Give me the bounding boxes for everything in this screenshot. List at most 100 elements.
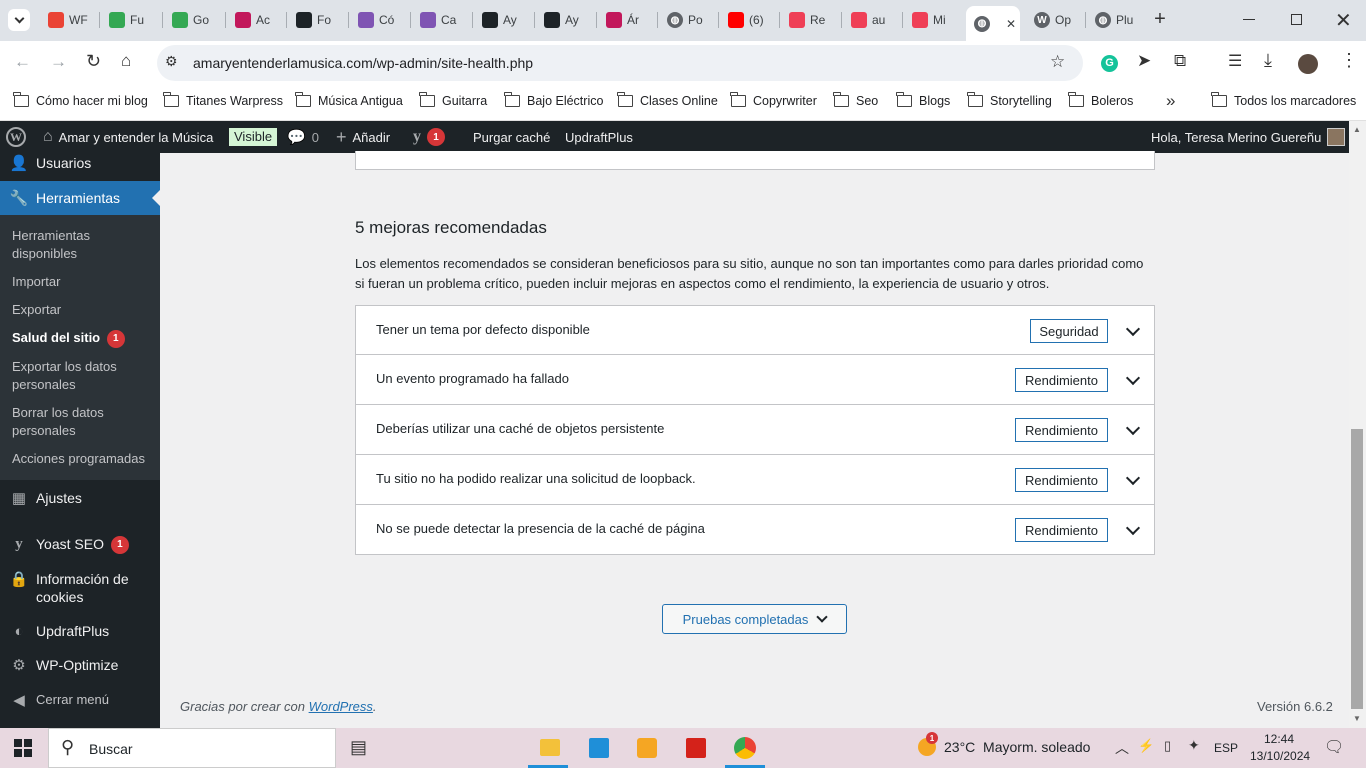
close-tab-icon[interactable]: ✕ xyxy=(1006,17,1016,31)
tab-search-button[interactable] xyxy=(8,9,30,31)
comments-link[interactable]: 💬 0 xyxy=(287,121,319,153)
url-text[interactable]: amaryentenderlamusica.com/wp-admin/site-… xyxy=(193,55,533,71)
recommendation-row[interactable]: No se puede detectar la presencia de la … xyxy=(355,505,1155,555)
bookmark-folder[interactable]: Blogs xyxy=(896,92,950,108)
home-icon[interactable]: ⌂ xyxy=(121,51,131,71)
browser-tab[interactable]: ◍ Po xyxy=(659,6,717,34)
menu-cookies[interactable]: 🔒 Información de cookies xyxy=(0,569,160,609)
site-name-link[interactable]: ⌂ Amar y entender la Música xyxy=(43,121,213,153)
bookmark-folder[interactable]: Titanes Warpress xyxy=(163,92,283,108)
new-tab-button[interactable]: + xyxy=(1150,9,1170,30)
browser-tab[interactable]: Mi xyxy=(904,6,962,34)
chevron-down-icon[interactable] xyxy=(1125,420,1141,436)
recommendation-row[interactable]: Tener un tema por defecto disponible Segu… xyxy=(355,305,1155,355)
all-bookmarks-folder[interactable]: Todos los marcadores xyxy=(1211,92,1356,108)
submenu-export[interactable]: Exportar xyxy=(12,301,152,319)
add-new-link[interactable]: + Añadir xyxy=(336,121,390,153)
wordpress-link[interactable]: WordPress xyxy=(309,699,373,714)
browser-tab[interactable]: Ca xyxy=(412,6,470,34)
bookmark-folder[interactable]: Clases Online xyxy=(617,92,718,108)
browser-tab[interactable]: au xyxy=(843,6,901,34)
updraftplus-adminbar-link[interactable]: UpdraftPlus xyxy=(565,121,633,153)
battery-icon[interactable]: ▯ xyxy=(1164,738,1171,754)
visibility-badge[interactable]: Visible xyxy=(229,121,278,153)
file-explorer-icon[interactable] xyxy=(540,739,560,756)
browser-tab[interactable]: W Op xyxy=(1026,6,1084,34)
submenu-available-tools[interactable]: Herramientas disponibles xyxy=(12,227,152,263)
site-info-icon[interactable]: ⚙ xyxy=(165,53,178,70)
scroll-up-icon[interactable]: ▲ xyxy=(1353,125,1361,134)
chevron-down-icon[interactable] xyxy=(1125,470,1141,486)
yoast-adminbar-link[interactable]: y 1 xyxy=(413,121,445,153)
page-scrollbar[interactable]: ▲ ▼ xyxy=(1349,121,1366,728)
network-icon[interactable]: ⚡ xyxy=(1138,738,1154,754)
browser-tab[interactable]: ◍ Plu xyxy=(1087,6,1145,34)
browser-tab[interactable]: Re xyxy=(781,6,839,34)
start-button[interactable] xyxy=(14,739,32,757)
chevron-down-icon[interactable] xyxy=(1125,370,1141,386)
browser-tab[interactable]: WF xyxy=(40,6,98,34)
browser-tab[interactable]: Ár xyxy=(598,6,656,34)
browser-menu-icon[interactable]: ⋮ xyxy=(1340,50,1358,71)
submenu-export-personal-data[interactable]: Exportar los datos personales xyxy=(12,358,132,394)
submenu-scheduled-actions[interactable]: Acciones programadas xyxy=(12,450,152,468)
menu-users[interactable]: 👤 Usuarios xyxy=(0,153,160,173)
browser-tab[interactable]: Có xyxy=(350,6,408,34)
media-player-icon[interactable] xyxy=(637,738,657,758)
bookmark-folder[interactable]: Música Antigua xyxy=(295,92,403,108)
bookmark-folder[interactable]: Storytelling xyxy=(967,92,1052,108)
bookmark-folder[interactable]: Bajo Eléctrico xyxy=(504,92,603,108)
acrobat-icon[interactable] xyxy=(686,738,706,758)
recommendation-row[interactable]: Tu sitio no ha podido realizar una solic… xyxy=(355,455,1155,505)
media-control-icon[interactable]: ☰ xyxy=(1228,51,1242,71)
chevron-down-icon[interactable] xyxy=(1125,321,1141,337)
browser-tab[interactable]: (6) xyxy=(720,6,778,34)
restore-button[interactable] xyxy=(1291,14,1302,25)
passed-tests-button[interactable]: Pruebas completadas xyxy=(662,604,847,634)
clock-date[interactable]: 13/10/2024 xyxy=(1250,749,1310,763)
app-blue-icon[interactable] xyxy=(589,738,609,758)
grammarly-extension-icon[interactable]: G xyxy=(1101,55,1118,72)
bookmark-folder[interactable]: Boleros xyxy=(1068,92,1133,108)
download-icon[interactable]: ⤓ xyxy=(1264,50,1272,71)
bookmark-folder[interactable]: Cómo hacer mi blog xyxy=(13,92,148,108)
send-extension-icon[interactable]: ➤ xyxy=(1137,51,1151,71)
collapse-menu-button[interactable]: ◀ Cerrar menú xyxy=(0,690,160,710)
clock-time[interactable]: 12:44 xyxy=(1264,732,1294,746)
chevron-down-icon[interactable] xyxy=(1125,520,1141,536)
weather-widget[interactable]: 1 23°C Mayorm. soleado xyxy=(918,732,1090,756)
bookmark-folder[interactable]: Copyrwriter xyxy=(730,92,817,108)
browser-tab[interactable]: Go xyxy=(164,6,222,34)
close-window-button[interactable]: ✕ xyxy=(1335,8,1352,33)
browser-tab[interactable]: Fu xyxy=(101,6,159,34)
menu-tools[interactable]: 🔧 Herramientas xyxy=(0,181,160,215)
menu-updraftplus[interactable]: ◐ UpdraftPlus xyxy=(0,621,160,641)
reload-icon[interactable]: ↻ xyxy=(86,51,101,72)
more-bookmarks-button[interactable]: » xyxy=(1166,91,1175,111)
browser-tab[interactable]: Fo xyxy=(288,6,346,34)
taskbar-search[interactable]: ⚲ Buscar xyxy=(48,728,336,768)
bookmark-folder[interactable]: Seo xyxy=(833,92,878,108)
wp-logo-button[interactable]: W xyxy=(6,121,26,153)
browser-tab[interactable]: Ay xyxy=(474,6,532,34)
profile-avatar[interactable] xyxy=(1298,54,1318,74)
submenu-site-health[interactable]: Salud del sitio 1 xyxy=(12,329,152,348)
notifications-icon[interactable]: 🗨 xyxy=(1324,737,1344,757)
my-account-link[interactable]: Hola, Teresa Merino Guereñu xyxy=(1151,121,1346,153)
purge-cache-link[interactable]: Purgar caché xyxy=(473,121,550,153)
tray-up-chevron-icon[interactable]: ︿ xyxy=(1115,738,1129,758)
address-bar[interactable]: ⚙ amaryentenderlamusica.com/wp-admin/sit… xyxy=(157,45,1083,81)
browser-tab[interactable]: Ay xyxy=(536,6,594,34)
forward-arrow-icon[interactable]: → xyxy=(50,52,67,72)
minimize-button[interactable] xyxy=(1243,19,1255,20)
menu-wp-optimize[interactable]: ⚙ WP-Optimize xyxy=(0,655,160,675)
browser-tab[interactable]: Ac xyxy=(227,6,285,34)
dropbox-icon[interactable]: ✦ xyxy=(1188,737,1200,754)
scroll-thumb[interactable] xyxy=(1351,429,1363,709)
scroll-down-icon[interactable]: ▼ xyxy=(1353,714,1361,723)
task-view-icon[interactable]: ▤ xyxy=(350,737,367,758)
extensions-puzzle-icon[interactable]: ⧉ xyxy=(1174,51,1186,71)
recommendation-row[interactable]: Un evento programado ha fallado Rendimien… xyxy=(355,355,1155,405)
chrome-taskbar-icon[interactable] xyxy=(734,737,756,759)
recommendation-row[interactable]: Deberías utilizar una caché de objetos p… xyxy=(355,405,1155,455)
